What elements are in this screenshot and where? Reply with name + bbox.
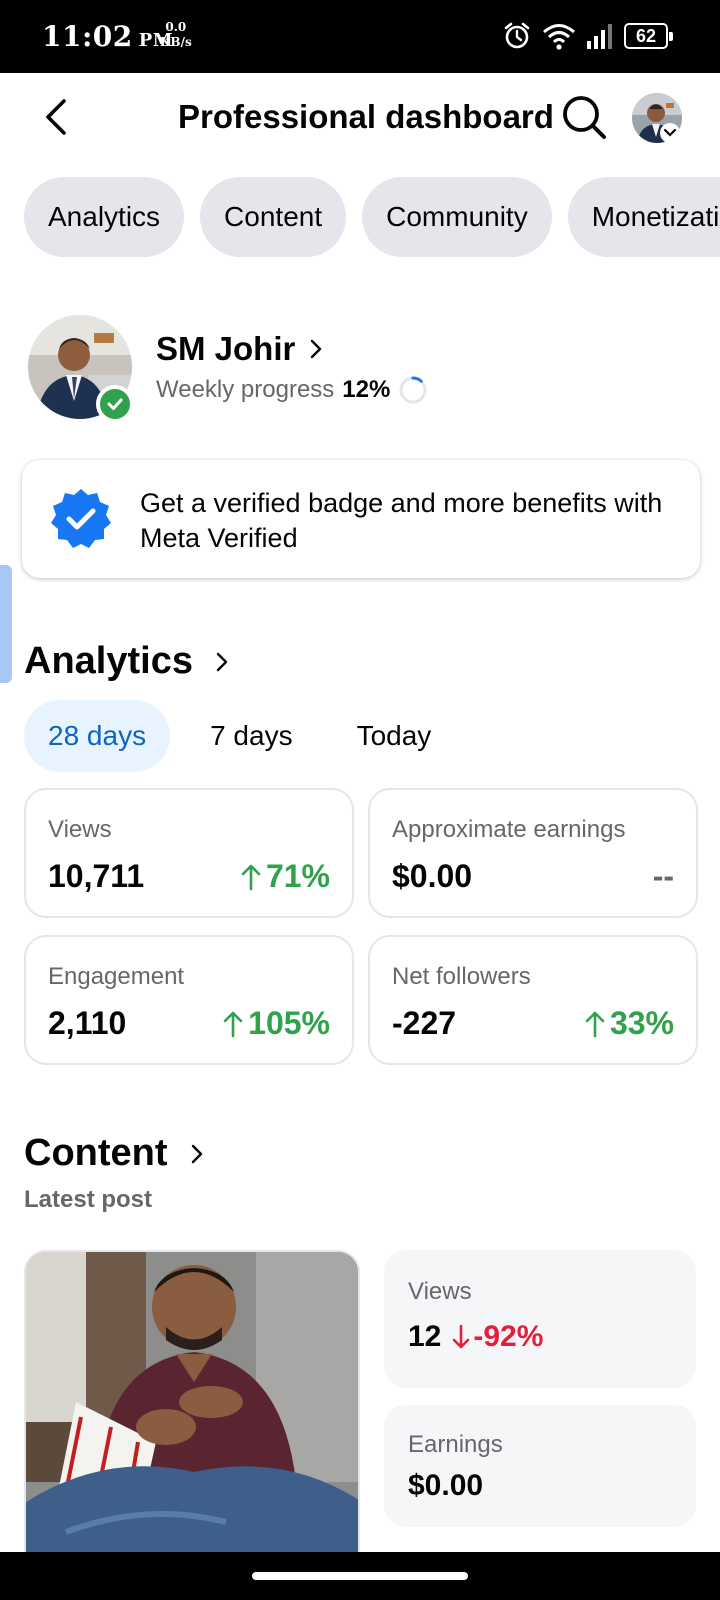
metric-label: Engagement <box>48 963 185 990</box>
dashboard-tabs: Analytics Content Community Monetization <box>24 177 720 257</box>
network-speed-value: 0.0 <box>165 20 187 34</box>
tab-monetization[interactable]: Monetization <box>567 177 720 257</box>
profile-name: SM Johir <box>156 330 296 367</box>
post-views-trend-value: -92% <box>473 1320 544 1353</box>
metric-trend: 105% <box>222 1005 330 1042</box>
system-navigation-bar <box>0 1552 720 1600</box>
search-button[interactable] <box>560 93 608 141</box>
analytics-heading-link[interactable]: Analytics <box>24 640 229 683</box>
account-switch-chevron[interactable] <box>660 123 680 143</box>
progress-ring-icon <box>399 376 427 404</box>
latest-post-label: Latest post <box>24 1186 153 1213</box>
network-speed: 0.0 KB/s <box>160 20 192 50</box>
metric-trend: 33% <box>584 1005 674 1042</box>
metric-card-engagement[interactable]: Engagement 2,110 105% <box>24 935 354 1065</box>
verified-badge-icon <box>51 489 111 548</box>
arrow-down-icon <box>453 1324 470 1349</box>
side-drag-handle[interactable] <box>0 565 12 683</box>
home-gesture-pill[interactable] <box>252 1572 468 1580</box>
post-views-value-row: 12 -92% <box>408 1320 543 1354</box>
arrow-up-icon <box>585 1011 605 1037</box>
status-icons: 62 <box>502 20 673 52</box>
status-time: 11:02 PM <box>42 20 173 53</box>
metric-trend-value: -- <box>652 858 674 894</box>
clock-time: 11:02 <box>42 20 133 53</box>
metric-trend: -- <box>653 858 674 895</box>
latest-post-views-card[interactable]: Views 12 -92% <box>384 1250 696 1388</box>
battery-level: 62 <box>635 25 657 46</box>
metric-value: 10,711 <box>48 858 145 894</box>
arrow-up-icon <box>223 1011 243 1037</box>
network-speed-unit: KB/s <box>160 35 192 49</box>
range-tab-28-days[interactable]: 28 days <box>24 700 171 772</box>
post-earnings-value: $0.00 <box>408 1469 484 1502</box>
chevron-right-icon <box>191 1144 202 1163</box>
latest-post-earnings-card[interactable]: Earnings $0.00 <box>384 1405 696 1527</box>
verified-check-badge <box>96 385 134 423</box>
back-button[interactable] <box>36 93 76 141</box>
post-views-label: Views <box>408 1278 472 1305</box>
weekly-progress: Weekly progress 12% <box>156 375 428 405</box>
weekly-progress-label: Weekly progress <box>156 376 335 403</box>
metric-value: 2,110 <box>48 1005 127 1041</box>
analytics-heading: Analytics <box>24 640 193 682</box>
metric-trend-value: 71% <box>265 858 330 894</box>
wifi-icon <box>543 24 575 50</box>
arrow-up-icon <box>241 864 261 890</box>
metric-trend-value: 33% <box>609 1005 674 1041</box>
page-title: Professional dashboard <box>178 98 554 135</box>
latest-post-thumbnail[interactable] <box>24 1250 360 1560</box>
tab-analytics[interactable]: Analytics <box>24 177 185 257</box>
signal-icon <box>587 24 612 49</box>
search-icon <box>563 96 606 139</box>
content-heading: Content <box>24 1132 168 1174</box>
content-heading-link[interactable]: Content <box>24 1132 204 1175</box>
post-views-value: 12 <box>408 1320 442 1353</box>
post-image <box>26 1252 358 1558</box>
chevron-right-icon <box>216 652 228 671</box>
range-tab-today[interactable]: Today <box>333 700 456 772</box>
weekly-progress-value: 12% <box>342 376 391 403</box>
post-earnings-label: Earnings <box>408 1431 503 1458</box>
range-tab-7-days[interactable]: 7 days <box>186 700 317 772</box>
metric-label: Views <box>48 816 112 843</box>
metric-value: $0.00 <box>392 858 473 894</box>
back-arrow-icon <box>46 99 66 135</box>
metric-card-net-followers[interactable]: Net followers -227 33% <box>368 935 698 1065</box>
profile-name-link[interactable]: SM Johir <box>156 330 323 368</box>
tab-content[interactable]: Content <box>200 177 347 257</box>
chevron-right-icon <box>311 339 322 359</box>
metric-card-views[interactable]: Views 10,711 71% <box>24 788 354 918</box>
metric-label: Approximate earnings <box>392 816 626 843</box>
check-icon <box>107 398 123 410</box>
post-views-trend: -92% <box>451 1320 543 1354</box>
status-bar: 11:02 PM 0.0 KB/s 62 <box>0 0 720 73</box>
meta-verified-card[interactable]: Get a verified badge and more benefits w… <box>22 460 700 578</box>
metric-trend-value: 105% <box>248 1005 330 1041</box>
metric-card-approximate-earnings[interactable]: Approximate earnings $0.00 -- <box>368 788 698 918</box>
metric-value: -227 <box>392 1005 457 1041</box>
metric-label: Net followers <box>392 963 531 990</box>
chevron-down-icon <box>663 128 677 137</box>
alarm-icon <box>504 22 530 49</box>
meta-verified-text: Get a verified badge and more benefits w… <box>140 488 663 553</box>
tab-community[interactable]: Community <box>362 177 552 257</box>
app-header: Professional dashboard <box>0 73 720 163</box>
date-range-tabs: 28 days 7 days Today <box>24 700 455 772</box>
metric-trend: 71% <box>240 858 330 895</box>
battery-icon: 62 <box>624 23 673 49</box>
